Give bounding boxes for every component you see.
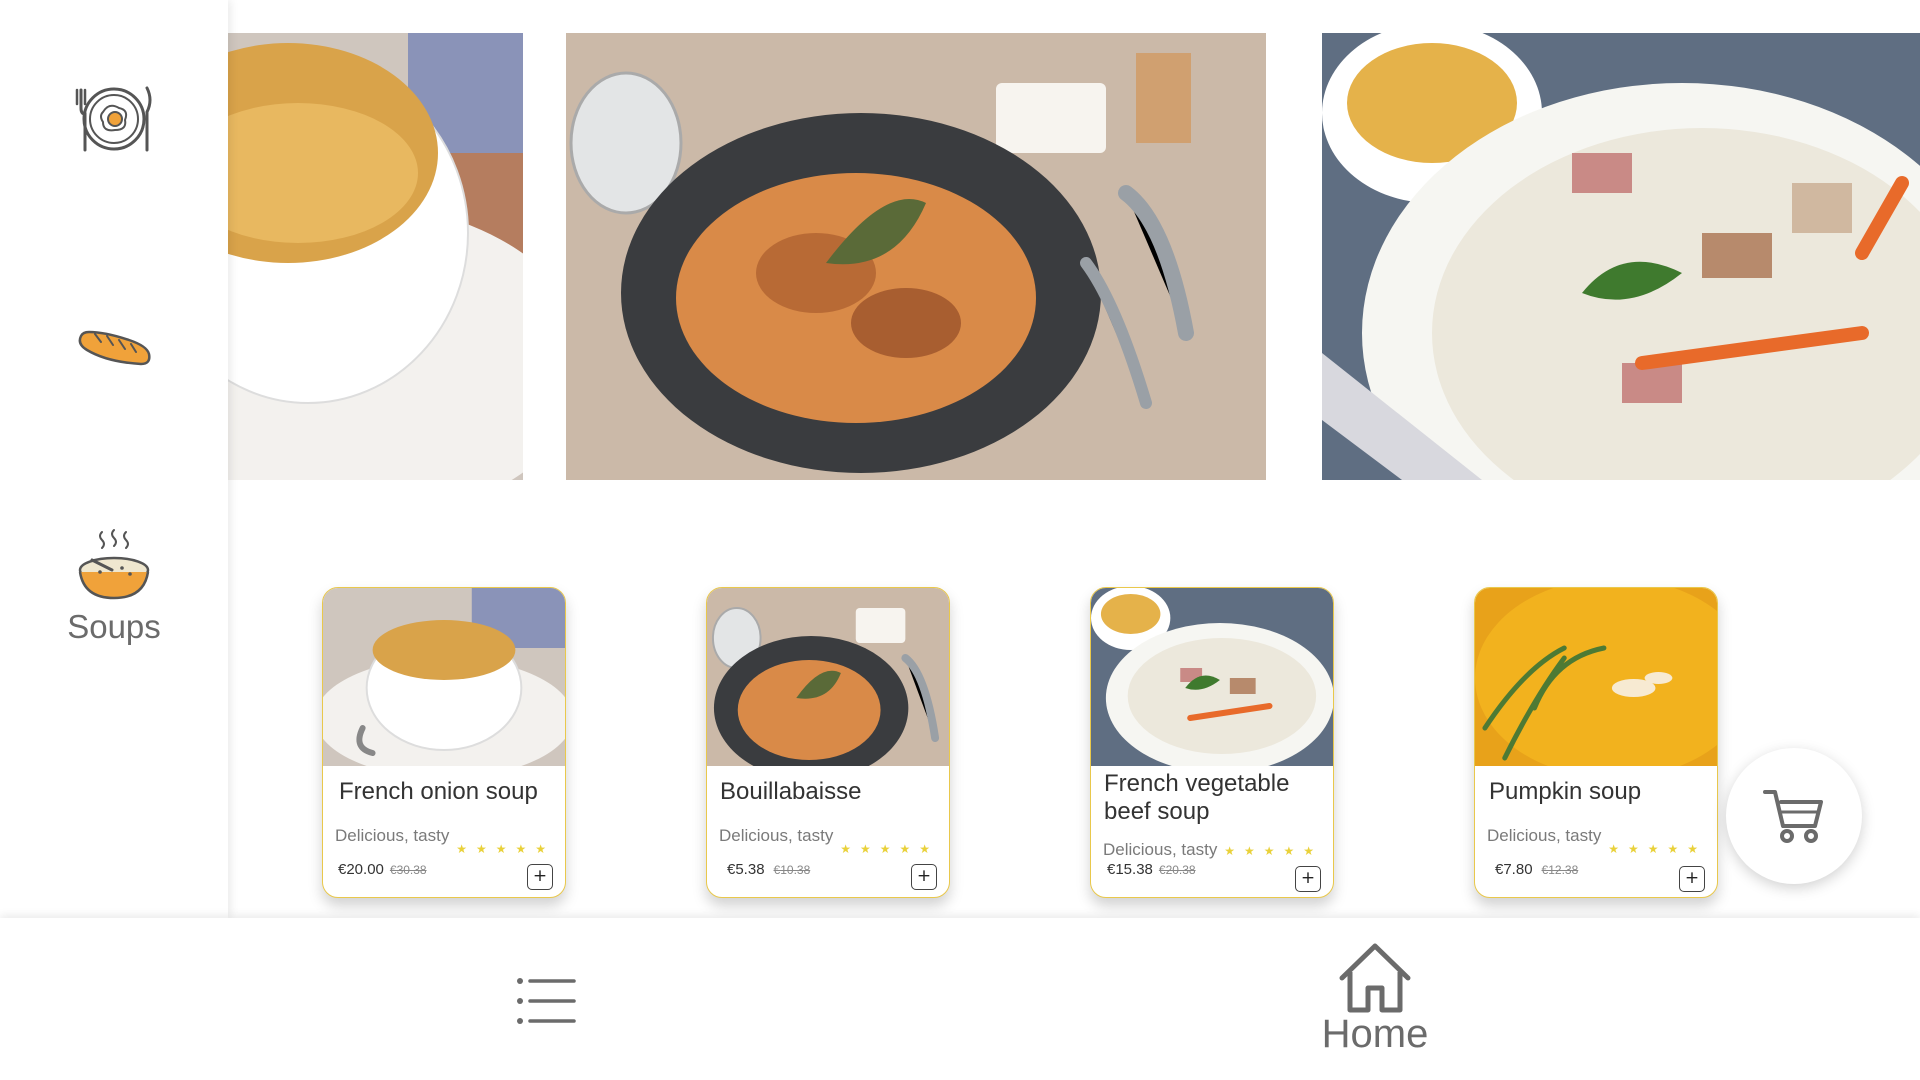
price-row: €15.38 €20.38 [1107, 861, 1196, 878]
product-card[interactable]: Bouillabaisse Delicious, tasty ★★★★★ €5.… [706, 587, 950, 898]
bottom-navigation: Home [0, 918, 1920, 1080]
sidebar-item-soups[interactable]: Soups [0, 528, 228, 646]
price-row: €5.38 €10.38 [727, 861, 810, 878]
product-old-price: €12.38 [1541, 863, 1579, 877]
sidebar-item-breakfast[interactable] [0, 80, 228, 158]
product-price: €20.00 [338, 861, 384, 878]
home-label: Home [1321, 1012, 1429, 1056]
price-row: €7.80 €12.38 [1495, 861, 1578, 878]
onion-soup-photo [228, 33, 523, 480]
home-button[interactable]: Home [1310, 942, 1440, 1057]
product-old-price: €30.38 [389, 863, 427, 877]
product-price: €15.38 [1107, 861, 1153, 878]
product-card[interactable]: French onion soup Delicious, tasty ★★★★★… [322, 587, 566, 898]
cart-button[interactable] [1726, 748, 1862, 884]
rating-stars: ★★★★★ [1608, 842, 1707, 856]
product-image-bouillabaisse [707, 588, 949, 766]
product-image-pumpkin-soup [1475, 588, 1717, 766]
banner-image-onion-soup[interactable] [228, 33, 523, 480]
banner-image-bouillabaisse[interactable] [566, 33, 1266, 480]
product-card[interactable]: Pumpkin soup Delicious, tasty ★★★★★ €7.8… [1474, 587, 1718, 898]
sidebar-item-bread[interactable] [0, 318, 228, 368]
product-price: €5.38 [727, 861, 765, 878]
product-image-onion-soup [323, 588, 565, 766]
product-description: Delicious, tasty [1487, 826, 1602, 845]
rating-stars: ★★★★★ [456, 842, 555, 856]
rating-stars: ★★★★★ [1224, 844, 1323, 858]
add-to-cart-button[interactable]: + [911, 864, 937, 890]
price-row: €20.00 €30.38 [338, 861, 427, 878]
product-card[interactable]: French vegetable beef soup Delicious, ta… [1090, 587, 1334, 898]
bouillabaisse-photo [566, 33, 1266, 480]
add-to-cart-button[interactable]: + [1295, 866, 1321, 892]
cart-icon [1763, 790, 1823, 843]
vegetable-beef-soup-photo [1322, 33, 1920, 480]
menu-button[interactable] [516, 976, 576, 1031]
product-title: Pumpkin soup [1489, 778, 1642, 805]
banner-image-vegetable-beef-soup[interactable] [1322, 33, 1920, 480]
product-title: French vegetable beef soup [1104, 770, 1290, 825]
breakfast-plate-icon [75, 86, 152, 152]
product-title: Bouillabaisse [720, 778, 862, 805]
soup-bowl-icon [78, 529, 150, 600]
list-icon [517, 978, 576, 1024]
category-sidebar: Soups [0, 0, 228, 918]
product-old-price: €20.38 [1158, 863, 1196, 877]
product-description: Delicious, tasty [1103, 840, 1218, 859]
rating-stars: ★★★★★ [840, 842, 939, 856]
sidebar-item-label: Soups [67, 608, 161, 645]
product-old-price: €10.38 [773, 863, 811, 877]
add-to-cart-button[interactable]: + [1679, 866, 1705, 892]
product-price: €7.80 [1495, 861, 1533, 878]
home-icon [1339, 943, 1411, 1013]
add-to-cart-button[interactable]: + [527, 864, 553, 890]
product-title: French onion soup [339, 778, 538, 805]
product-description: Delicious, tasty [335, 826, 450, 845]
bread-icon [78, 330, 151, 366]
product-description: Delicious, tasty [719, 826, 834, 845]
product-image-vegetable-beef-soup [1091, 588, 1333, 766]
